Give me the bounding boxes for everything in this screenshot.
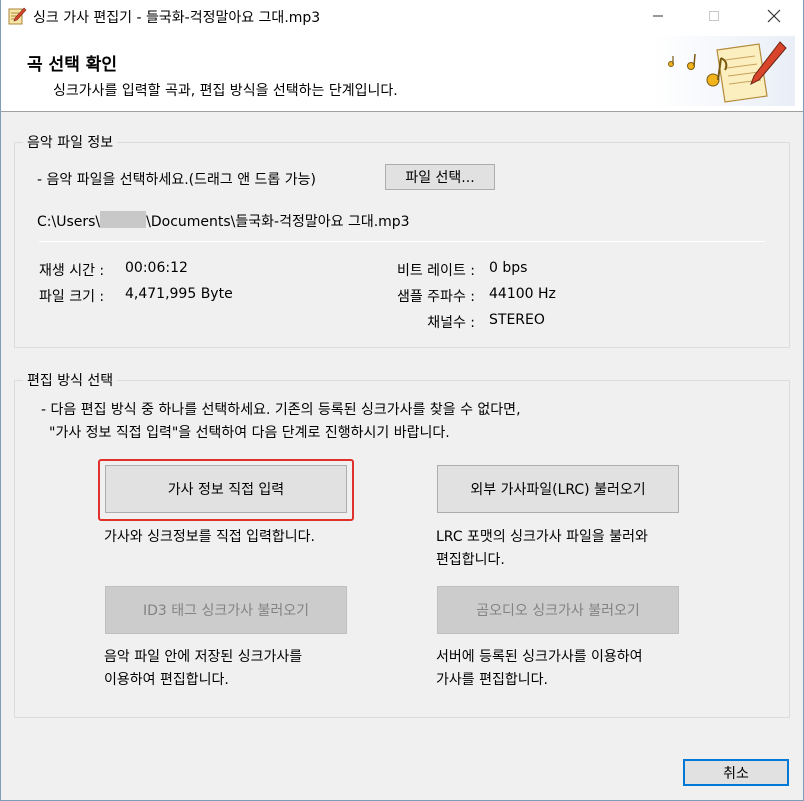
file-info-group-label: 음악 파일 정보 — [23, 132, 118, 152]
load-gom-audio-description-line2: 가사를 편집합니다. — [436, 672, 548, 688]
window-title: 싱크 가사 편집기 - 들국화-걱정말아요 그대.mp3 — [33, 10, 321, 26]
title-bar: 싱크 가사 편집기 - 들국화-걱정말아요 그대.mp3 — [1, 0, 803, 32]
file-info-group: 음악 파일 정보 - 음악 파일을 선택하세요.(드래그 앤 드롭 가능) 파일… — [14, 132, 790, 348]
page-subtitle: 싱크가사를 입력할 곡과, 편집 방식을 선택하는 단계입니다. — [53, 83, 398, 99]
load-id3-description-line1: 음악 파일 안에 저장된 싱크가사를 — [104, 649, 303, 665]
sample-rate-value: 44100 Hz — [489, 286, 556, 302]
sample-rate-label: 샘플 주파수 : — [396, 289, 475, 305]
minimize-icon — [653, 15, 663, 17]
channels-value: STEREO — [489, 312, 545, 328]
file-size-label: 파일 크기 : — [39, 289, 105, 305]
music-notes-notepad-icon — [655, 36, 795, 106]
maximize-button[interactable] — [691, 0, 737, 32]
maximize-icon — [709, 11, 719, 21]
direct-input-description: 가사와 싱크정보를 직접 입력합니다. — [104, 529, 315, 545]
lyrics-editor-window: 싱크 가사 편집기 - 들국화-걱정말아요 그대.mp3 곡 선택 확인 싱크가… — [0, 0, 804, 801]
file-size-value: 4,471,995 Byte — [125, 286, 233, 302]
channels-label: 채널수 : — [427, 315, 475, 331]
selection-highlight — [98, 459, 354, 521]
play-time-value: 00:06:12 — [125, 260, 188, 276]
redacted-username — [100, 211, 147, 228]
divider — [39, 241, 765, 242]
load-id3-description-line2: 이용하여 편집합니다. — [104, 672, 229, 688]
play-time-label: 재생 시간 : — [39, 263, 105, 279]
file-select-instruction: - 음악 파일을 선택하세요.(드래그 앤 드롭 가능) — [37, 172, 316, 188]
file-select-button[interactable]: 파일 선택... — [385, 164, 495, 190]
minimize-button[interactable] — [635, 0, 681, 32]
load-lrc-description-line2: 편집합니다. — [436, 552, 505, 568]
bitrate-label: 비트 레이트 : — [396, 263, 475, 279]
close-button[interactable] — [751, 0, 797, 32]
load-lrc-button[interactable]: 외부 가사파일(LRC) 불러오기 — [437, 465, 679, 513]
edit-mode-group-label: 편집 방식 선택 — [23, 370, 118, 390]
page-title: 곡 선택 확인 — [27, 55, 118, 75]
file-path-suffix: \Documents\들국화-걱정말아요 그대.mp3 — [146, 214, 410, 230]
close-icon — [767, 9, 781, 23]
load-id3-button[interactable]: ID3 태그 싱크가사 불러오기 — [105, 586, 347, 634]
bitrate-value: 0 bps — [489, 260, 528, 276]
wizard-header: 곡 선택 확인 싱크가사를 입력할 곡과, 편집 방식을 선택하는 단계입니다. — [1, 32, 803, 112]
load-gom-audio-description-line1: 서버에 등록된 싱크가사를 이용하여 — [436, 649, 643, 665]
load-lrc-description-line1: LRC 포맷의 싱크가사 파일을 불러와 — [436, 529, 648, 545]
load-gom-audio-button[interactable]: 곰오디오 싱크가사 불러오기 — [437, 586, 679, 634]
edit-mode-instruction-line1: - 다음 편집 방식 중 하나를 선택하세요. 기존의 등록된 싱크가사를 찾을… — [41, 402, 521, 418]
edit-mode-instruction-line2: "가사 정보 직접 입력"을 선택하여 다음 단계로 진행하시기 바랍니다. — [49, 425, 450, 441]
file-path: C:\Users\ \Documents\들국화-걱정말아요 그대.mp3 — [37, 211, 410, 231]
cancel-button[interactable]: 취소 — [683, 759, 789, 786]
edit-mode-group: 편집 방식 선택 - 다음 편집 방식 중 하나를 선택하세요. 기존의 등록된… — [14, 370, 790, 718]
file-path-prefix: C:\Users\ — [37, 214, 101, 230]
notepad-pen-icon — [8, 7, 27, 25]
